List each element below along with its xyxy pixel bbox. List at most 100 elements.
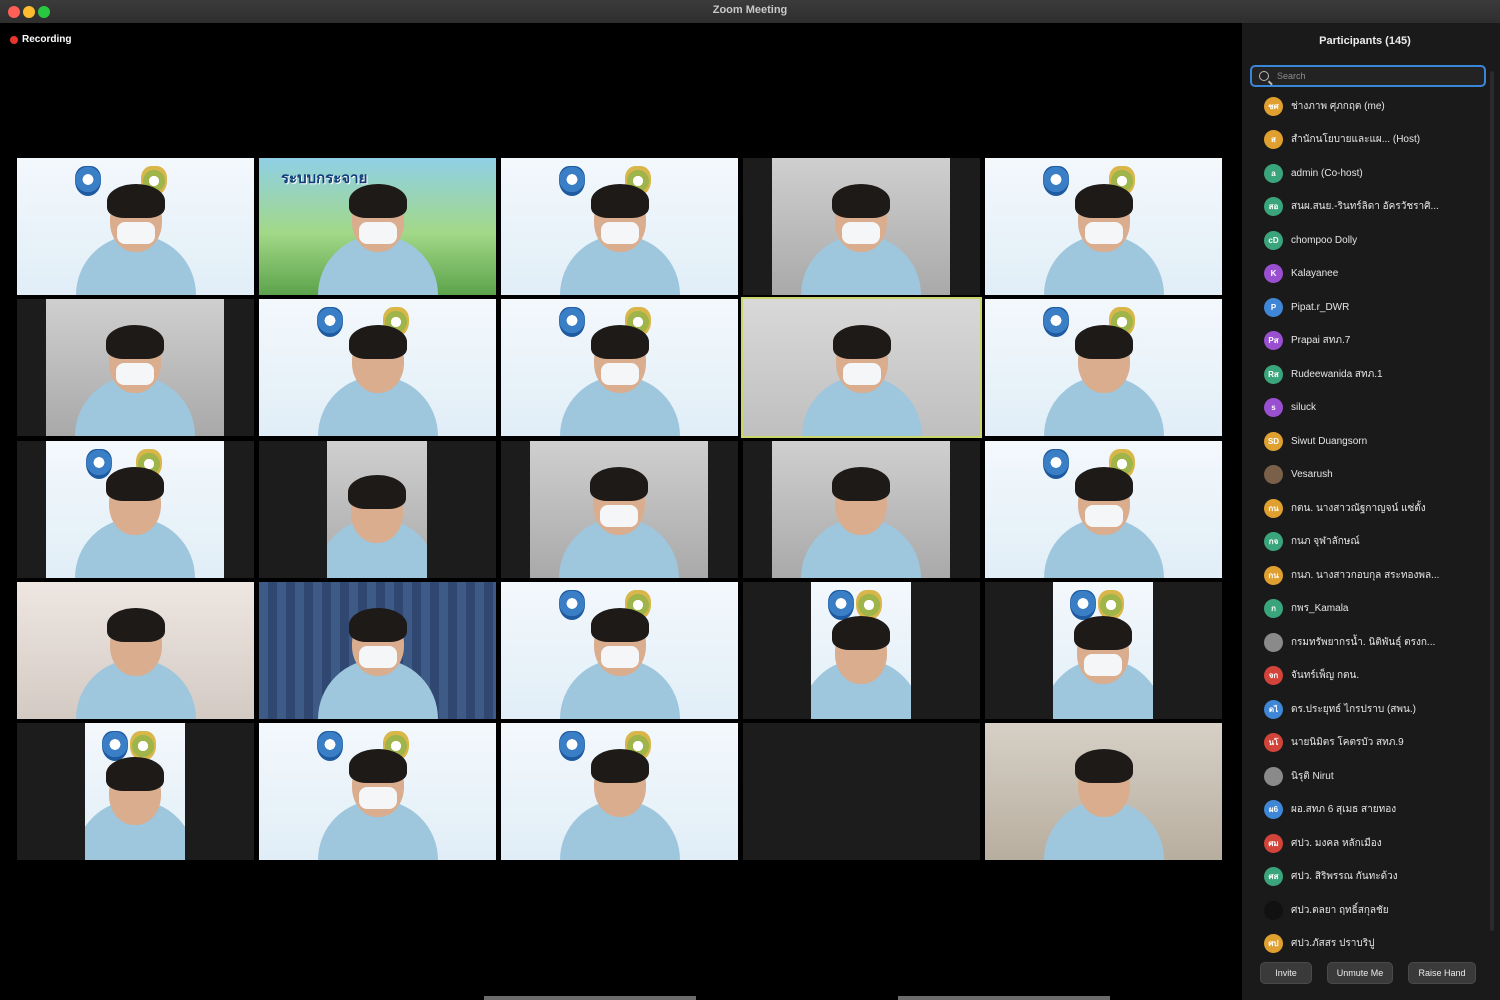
- unmute-me-button[interactable]: Unmute Me: [1327, 962, 1393, 984]
- video-tile[interactable]: [501, 723, 738, 860]
- hair: [106, 325, 164, 359]
- hair: [106, 184, 165, 218]
- participant-head: [348, 325, 407, 393]
- participant-avatar: ศส: [1264, 867, 1283, 886]
- participant-row[interactable]: cD chompoo Dolly: [1264, 229, 1357, 251]
- video-feed: [501, 723, 738, 860]
- participant-row[interactable]: s siluck: [1264, 397, 1316, 419]
- participant-row[interactable]: กรมทรัพยากรน้ำ. นิติพันธุ์ ตรงก...: [1264, 631, 1435, 653]
- participant-row[interactable]: นโ นายนิมิตร โคตรบัว สทภ.9: [1264, 732, 1404, 754]
- window-title: Zoom Meeting: [712, 4, 788, 16]
- video-tile[interactable]: [501, 441, 738, 578]
- hair: [1074, 325, 1133, 359]
- video-tile[interactable]: [259, 299, 496, 436]
- participant-row[interactable]: นิรุติ Nirut: [1264, 765, 1334, 787]
- hair: [348, 608, 407, 642]
- video-tile[interactable]: [743, 158, 980, 295]
- participant-row[interactable]: ส สำนักนโยบายและแผ... (Host): [1264, 129, 1420, 151]
- video-feed: [772, 441, 950, 578]
- video-tile[interactable]: [17, 723, 254, 860]
- recording-indicator[interactable]: Recording: [10, 34, 71, 45]
- participant-row[interactable]: กน กนภ. นางสาวกอบกุล สระทองพล...: [1264, 564, 1439, 586]
- video-tile[interactable]: [743, 441, 980, 578]
- participant-name: นิรุติ Nirut: [1291, 770, 1334, 782]
- face-mask: [600, 363, 639, 385]
- participant-head: [590, 184, 649, 252]
- participant-row[interactable]: K Kalayanee: [1264, 263, 1338, 285]
- participant-row[interactable]: a admin (Co-host): [1264, 162, 1363, 184]
- participant-head: [1074, 184, 1133, 252]
- participant-list[interactable]: ชศ ช่างภาพ ศุภกฤต (me) ส สำนักนโยบายและแผ..…: [1242, 93, 1487, 953]
- video-tile[interactable]: [17, 582, 254, 719]
- participant-row[interactable]: กจ กนภ จุฬาลักษณ์: [1264, 531, 1360, 553]
- participant-row[interactable]: SD Siwut Duangsorn: [1264, 430, 1367, 452]
- participant-head: [348, 475, 406, 543]
- video-tile[interactable]: [743, 723, 980, 860]
- participant-row[interactable]: จก จันทร์เพ็ญ กตน.: [1264, 665, 1359, 687]
- invite-button[interactable]: Invite: [1260, 962, 1312, 984]
- video-tile[interactable]: [501, 299, 738, 436]
- participant-row[interactable]: P Pipat.r_DWR: [1264, 296, 1349, 318]
- video-tile[interactable]: [17, 158, 254, 295]
- video-tile[interactable]: [985, 723, 1222, 860]
- participants-panel: Participants (145) ชศ ช่างภาพ ศุภกฤต (me)…: [1242, 23, 1500, 1000]
- video-tile[interactable]: [743, 582, 980, 719]
- participant-name: สำนักนโยบายและแผ... (Host): [1291, 134, 1421, 145]
- video-feed: [530, 441, 708, 578]
- participant-row[interactable]: ศม ศปว. มงคล หลักเมือง: [1264, 832, 1382, 854]
- video-feed: [811, 582, 911, 719]
- hair: [590, 325, 649, 359]
- participant-avatar: ชศ: [1264, 96, 1283, 116]
- video-feed: [985, 441, 1222, 578]
- participant-name: ศปว. สิริพรรณ กันทะด้วง: [1291, 871, 1398, 882]
- video-tile[interactable]: [501, 582, 738, 719]
- participant-row[interactable]: Rส Rudeewanida สทภ.1: [1264, 363, 1383, 385]
- hair: [106, 608, 165, 642]
- participant-search[interactable]: [1250, 65, 1486, 87]
- participant-head: [832, 616, 890, 684]
- participant-row[interactable]: ศปว.ตลยา ฤทธิ์สกุลชัย: [1264, 899, 1389, 921]
- search-input[interactable]: [1275, 70, 1479, 82]
- video-tile[interactable]: [259, 582, 496, 719]
- participant-avatar: จก: [1264, 666, 1283, 685]
- face-mask: [1084, 505, 1123, 527]
- video-tile[interactable]: [985, 158, 1222, 295]
- video-tile[interactable]: [741, 297, 982, 438]
- video-tile[interactable]: [17, 299, 254, 436]
- participant-avatar: ดไ: [1264, 699, 1283, 719]
- hair: [590, 184, 649, 218]
- raise-hand-button[interactable]: Raise Hand: [1408, 962, 1476, 984]
- participant-list-scrollbar[interactable]: [1490, 71, 1494, 931]
- participant-row[interactable]: ชศ ช่างภาพ ศุภกฤต (me): [1264, 95, 1385, 117]
- hair: [1074, 467, 1133, 501]
- video-feed: [1053, 582, 1153, 719]
- participant-head: [348, 608, 407, 676]
- video-tile[interactable]: [17, 441, 254, 578]
- participant-row[interactable]: Pส Prapai สทภ.7: [1264, 330, 1350, 352]
- participant-row[interactable]: กน กตน. นางสาวณัฐกาญจน์ แซ่ตั้ง: [1264, 497, 1426, 519]
- video-tile[interactable]: [259, 441, 496, 578]
- agency-seal-icon: [1043, 307, 1070, 337]
- participant-row[interactable]: ก กพร_Kamala: [1264, 598, 1349, 620]
- hair: [106, 467, 164, 501]
- video-tile[interactable]: ระบบกระจาย: [259, 158, 496, 295]
- participant-head: [832, 184, 890, 252]
- video-tile[interactable]: [985, 299, 1222, 436]
- video-tile[interactable]: [259, 723, 496, 860]
- face-mask: [116, 222, 155, 244]
- participant-name: ศปว.ตลยา ฤทธิ์สกุลชัย: [1291, 904, 1389, 916]
- video-tile[interactable]: [501, 158, 738, 295]
- agency-seal-icon: [75, 166, 102, 196]
- participant-row[interactable]: ดไ ดร.ประยุทธ์ ไกรปราบ (สพน.): [1264, 698, 1416, 720]
- participant-row[interactable]: ศส ศปว. สิริพรรณ กันทะด้วง: [1264, 866, 1398, 888]
- participant-name: กนภ. นางสาวกอบกุล สระทองพล...: [1291, 569, 1440, 581]
- participant-avatar: [1264, 465, 1283, 484]
- face-mask: [358, 646, 397, 668]
- participant-row[interactable]: ศป ศปว.ภัสสร ปราบริปู: [1264, 933, 1374, 953]
- video-tile[interactable]: [985, 582, 1222, 719]
- participant-row[interactable]: ผ6 ผอ.สทภ 6 สุเมธ สายทอง: [1264, 799, 1396, 821]
- video-tile[interactable]: [985, 441, 1222, 578]
- participant-row[interactable]: สอ สนผ.สนย.-รินทร์ลิดา อัครวัชราศิ...: [1264, 196, 1439, 218]
- hair: [348, 749, 407, 783]
- participant-row[interactable]: Vesarush: [1264, 464, 1333, 486]
